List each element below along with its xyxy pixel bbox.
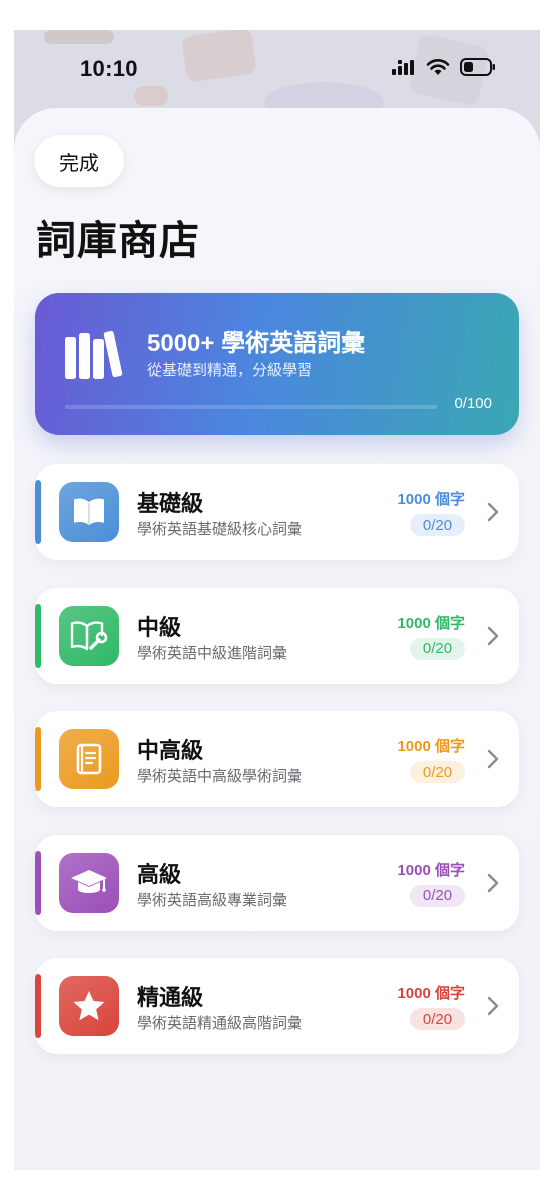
level-description: 學術英語基礎級核心詞彙 [137, 521, 303, 538]
level-name: 高級 [137, 861, 182, 887]
books-icon [65, 330, 123, 379]
card-accent-bar [35, 850, 41, 915]
card-accent-bar [35, 727, 41, 791]
level-name: 精通級 [137, 985, 204, 1010]
open-book-icon [74, 498, 104, 525]
chevron-right-icon [487, 996, 499, 1016]
level-word-count: 1000 個字 [397, 861, 465, 879]
level-name: 中高級 [137, 738, 204, 763]
done-button[interactable]: 完成 [34, 135, 124, 187]
level-card-basic[interactable]: 基礎級 學術英語基礎級核心詞彙 1000 個字 0/20 [35, 464, 519, 560]
card-accent-bar [35, 480, 41, 544]
cellular-signal-icon [392, 60, 414, 75]
level-card-intermediate[interactable]: 中級 學術英語中級進階詞彙 1000 個字 0/20 [35, 587, 519, 684]
level-card-advanced[interactable]: 高級 學術英語高級專業詞彙 1000 個字 0/20 [35, 834, 519, 931]
banner-subtitle: 從基礎到精通，分級學習 [147, 362, 313, 379]
level-progress-badge: 0/20 [410, 761, 465, 783]
all-vocabulary-banner[interactable]: 5000+ 學術英語詞彙 從基礎到精通，分級學習 0/100 [35, 293, 519, 435]
level-list: 基礎級 學術英語基礎級核心詞彙 1000 個字 0/20 中級 學術英語中級進階… [35, 464, 519, 1082]
phone-screen: 10:10 完成 詞庫商店 5000+ 學術英語詞彙 從基礎到精通，分級學習 0… [14, 30, 540, 1170]
banner-title: 5000+ 學術英語詞彙 [147, 330, 366, 357]
status-icons [392, 58, 496, 76]
chevron-right-icon [487, 873, 499, 892]
chevron-right-icon [487, 749, 499, 769]
level-icon-tile [59, 976, 119, 1036]
level-description: 學術英語高級專業詞彙 [137, 891, 288, 909]
level-icon-tile [59, 605, 119, 666]
level-card-upper-intermediate[interactable]: 中高級 學術英語中高級學術詞彙 1000 個字 0/20 [35, 711, 519, 807]
vocabulary-store-sheet: 完成 詞庫商店 5000+ 學術英語詞彙 從基礎到精通，分級學習 0/100 基… [14, 108, 540, 1170]
card-accent-bar [35, 603, 41, 668]
level-icon-tile [59, 482, 119, 542]
level-progress-badge: 0/20 [410, 514, 465, 536]
level-card-mastery[interactable]: 精通級 學術英語精通級高階詞彙 1000 個字 0/20 [35, 958, 519, 1054]
wifi-icon [426, 59, 450, 75]
level-word-count: 1000 個字 [397, 614, 465, 632]
level-name: 基礎級 [137, 491, 204, 516]
banner-progress-text: 0/100 [454, 395, 492, 412]
level-description: 學術英語精通級高階詞彙 [137, 1015, 303, 1032]
banner-progress-bar [65, 405, 437, 409]
level-progress-badge: 0/20 [410, 1008, 465, 1030]
status-time: 10:10 [80, 56, 138, 81]
level-word-count: 1000 個字 [397, 491, 465, 508]
level-word-count: 1000 個字 [397, 985, 465, 1002]
level-word-count: 1000 個字 [397, 738, 465, 755]
level-description: 學術英語中級進階詞彙 [137, 644, 288, 662]
page-title: 詞庫商店 [36, 219, 200, 263]
status-bar: 10:10 [14, 30, 540, 108]
level-name: 中級 [137, 614, 182, 640]
chevron-right-icon [487, 626, 499, 645]
chevron-right-icon [487, 502, 499, 522]
level-description: 學術英語中高級學術詞彙 [137, 768, 303, 785]
closed-book-icon [76, 743, 102, 775]
level-icon-tile [59, 729, 119, 789]
level-progress-badge: 0/20 [410, 637, 465, 660]
card-accent-bar [35, 974, 41, 1038]
level-progress-badge: 0/20 [410, 884, 465, 907]
book-wrench-icon [70, 620, 108, 650]
battery-icon [460, 58, 495, 76]
graduation-cap-icon [71, 869, 107, 893]
star-icon [73, 991, 105, 1021]
level-icon-tile [59, 852, 119, 913]
